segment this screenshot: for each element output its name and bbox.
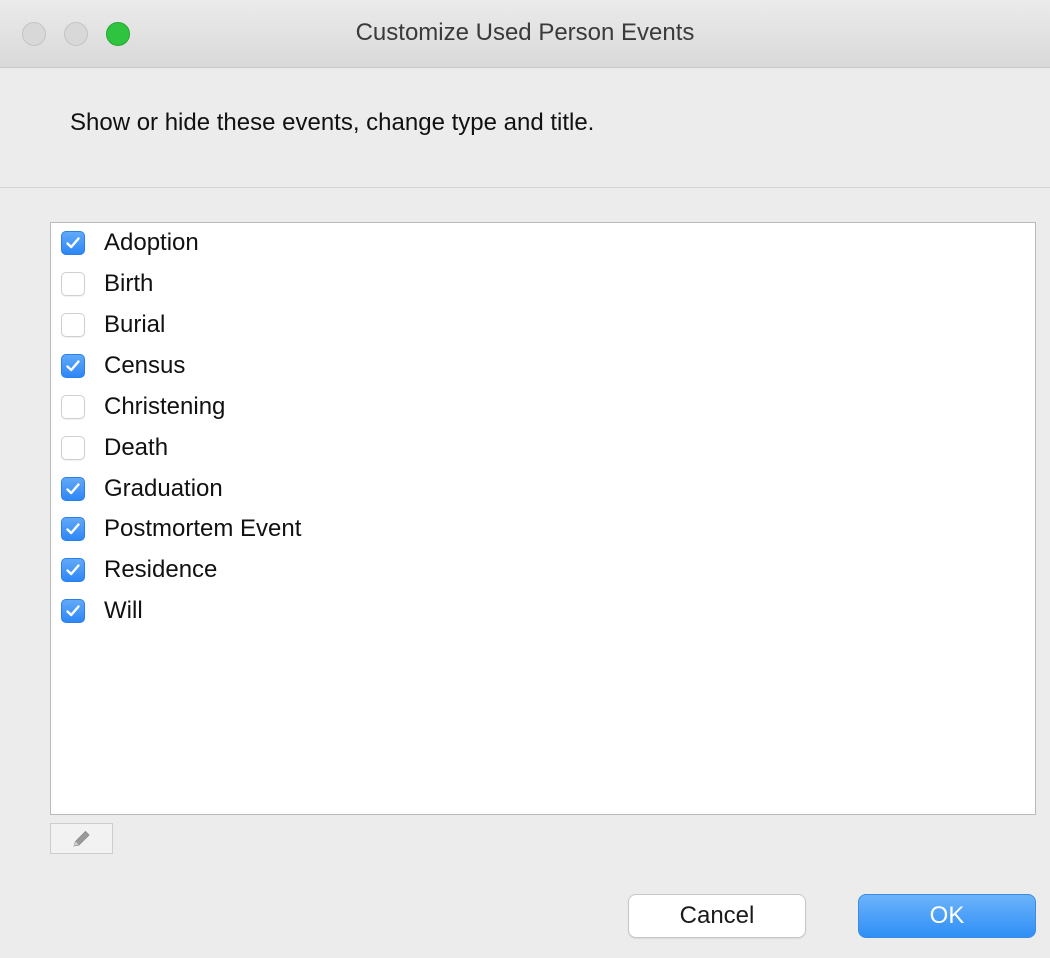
event-row-graduation[interactable]: Graduation	[61, 469, 223, 509]
event-row-census[interactable]: Census	[61, 346, 185, 386]
event-label: Will	[104, 597, 143, 624]
event-row-birth[interactable]: Birth	[61, 264, 153, 304]
checkmark-icon	[66, 523, 80, 535]
event-row-residence[interactable]: Residence	[61, 550, 217, 590]
event-row-death[interactable]: Death	[61, 428, 168, 468]
event-checkbox[interactable]	[61, 313, 85, 337]
checkmark-icon	[66, 237, 80, 249]
event-row-will[interactable]: Will	[61, 591, 143, 631]
event-checkbox[interactable]	[61, 599, 85, 623]
event-label: Census	[104, 352, 186, 379]
title-bar: Customize Used Person Events	[0, 0, 1050, 68]
event-checkbox[interactable]	[61, 231, 85, 255]
event-label: Postmortem Event	[104, 515, 302, 542]
event-row-adoption[interactable]: Adoption	[61, 223, 199, 263]
instructions-text: Show or hide these events, change type a…	[70, 109, 595, 136]
ok-button[interactable]: OK	[858, 894, 1036, 938]
event-checkbox[interactable]	[61, 354, 85, 378]
event-checkbox[interactable]	[61, 477, 85, 501]
event-row-burial[interactable]: Burial	[61, 305, 165, 345]
event-checkbox[interactable]	[61, 395, 85, 419]
dialog-header: Show or hide these events, change type a…	[0, 68, 1050, 188]
event-checkbox[interactable]	[61, 436, 85, 460]
checkmark-icon	[66, 483, 80, 495]
events-list[interactable]: Adoption Birth Burial Census Christening…	[50, 222, 1036, 815]
event-label: Birth	[104, 270, 154, 297]
event-checkbox[interactable]	[61, 517, 85, 541]
cancel-button[interactable]: Cancel	[628, 894, 806, 938]
event-label: Adoption	[104, 229, 199, 256]
pencil-icon	[73, 830, 90, 847]
window-title: Customize Used Person Events	[355, 19, 695, 46]
checkmark-icon	[66, 360, 80, 372]
edit-event-button[interactable]	[50, 823, 113, 854]
checkmark-icon	[66, 605, 80, 617]
dialog-window: Customize Used Person Events Show or hid…	[0, 0, 1050, 958]
event-label: Christening	[104, 393, 226, 420]
event-row-postmortem-event[interactable]: Postmortem Event	[61, 509, 301, 549]
event-row-christening[interactable]: Christening	[61, 387, 225, 427]
event-label: Burial	[104, 311, 166, 338]
event-label: Death	[104, 434, 169, 461]
event-checkbox[interactable]	[61, 272, 85, 296]
event-checkbox[interactable]	[61, 558, 85, 582]
event-label: Graduation	[104, 475, 223, 502]
event-label: Residence	[104, 556, 218, 583]
checkmark-icon	[66, 564, 80, 576]
